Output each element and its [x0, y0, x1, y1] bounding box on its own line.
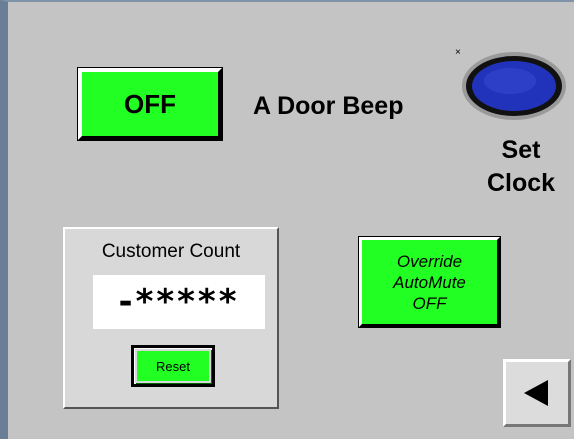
hmi-screen: OFF A Door Beep × Set Clock Customer Cou…	[0, 0, 574, 439]
set-clock-label-line1: Set	[501, 136, 541, 164]
customer-count-title: Customer Count	[101, 241, 241, 262]
customer-count-display: -*****	[93, 275, 265, 329]
set-clock-label: Set Clock	[476, 134, 566, 200]
reset-button-label: Reset	[156, 358, 190, 374]
override-line2: AutoMute	[393, 272, 466, 292]
override-automute-button[interactable]: Override AutoMute OFF	[358, 236, 501, 328]
door-beep-toggle-button[interactable]: OFF	[77, 67, 223, 141]
customer-count-panel: Customer Count -***** Reset	[63, 227, 279, 409]
override-line3: OFF	[412, 293, 447, 313]
oval-button-icon	[462, 52, 566, 120]
set-clock-label-line2: Clock	[486, 169, 556, 197]
left-triangle-icon	[524, 380, 548, 406]
back-button[interactable]	[503, 359, 571, 427]
reset-button[interactable]: Reset	[131, 345, 215, 387]
door-beep-toggle-label: OFF	[124, 88, 176, 119]
set-clock-button[interactable]	[460, 50, 568, 122]
door-beep-label: A Door Beep	[253, 92, 404, 120]
override-line1: Override	[396, 251, 463, 271]
